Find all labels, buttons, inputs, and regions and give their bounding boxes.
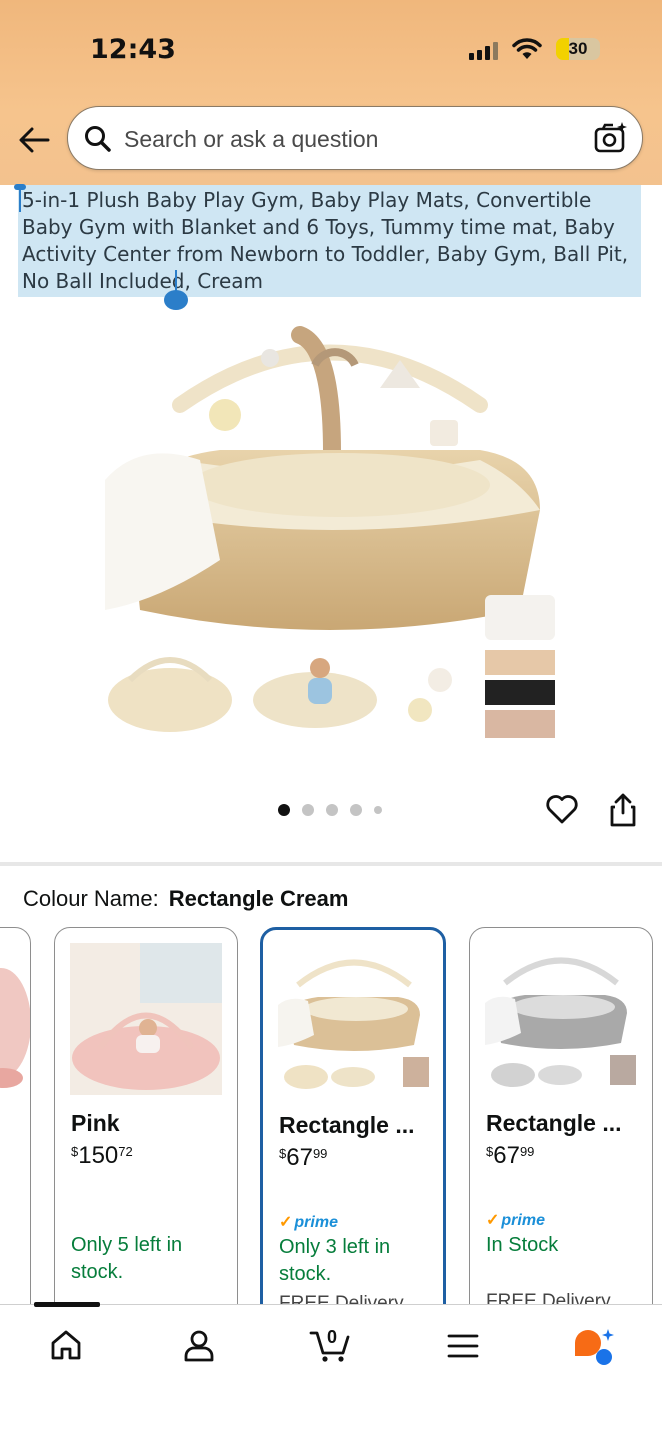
variant-image-pink (70, 943, 222, 1095)
cellular-signal-icon (469, 42, 498, 60)
cart-button[interactable]: 0 (309, 1321, 353, 1365)
rufus-assistant-icon[interactable] (572, 1327, 616, 1367)
variant-price: $15072 (71, 1142, 133, 1169)
pagination-dot[interactable] (350, 804, 362, 816)
pagination-dot[interactable] (326, 804, 338, 816)
wishlist-heart-icon[interactable] (545, 792, 579, 826)
section-divider (0, 862, 662, 866)
bottom-navigation: 0 (0, 1302, 662, 1440)
active-tab-indicator (34, 1302, 100, 1307)
wifi-icon (512, 38, 542, 59)
account-icon[interactable] (181, 1327, 217, 1363)
pagination-dot[interactable] (278, 804, 290, 816)
selection-start-handle[interactable] (14, 184, 26, 212)
prime-badge: ✓ prime (486, 1212, 545, 1229)
variant-card-partial[interactable] (0, 927, 31, 1327)
product-title[interactable]: 5-in-1 Plush Baby Play Gym, Baby Play Ma… (18, 185, 641, 297)
cart-count: 0 (327, 1327, 338, 1347)
variant-card-pink[interactable]: Pink $15072 Only 5 left in stock. (54, 927, 238, 1327)
variant-image (0, 968, 30, 1088)
pagination-dot[interactable] (302, 804, 314, 816)
product-image[interactable] (100, 310, 560, 750)
variant-stock: Only 3 left in stock. (279, 1236, 391, 1285)
battery-icon: 30 (556, 38, 600, 60)
share-icon[interactable] (606, 792, 640, 828)
prime-check-icon: ✓ (486, 1212, 500, 1229)
prime-badge: ✓ prime (279, 1214, 338, 1231)
variant-name: Pink (71, 1110, 120, 1136)
variant-stock: In Stock (486, 1234, 559, 1256)
colour-label: Colour Name: (23, 886, 159, 911)
colour-value: Rectangle Cream (168, 886, 349, 911)
search-icon (85, 126, 111, 152)
back-arrow-icon[interactable] (18, 124, 50, 156)
variant-price: $6799 (486, 1142, 535, 1169)
prime-check-icon: ✓ (279, 1214, 293, 1231)
status-time: 12:43 (90, 34, 176, 65)
camera-search-icon[interactable] (594, 121, 628, 155)
search-bar[interactable] (67, 106, 643, 170)
variant-image-rectangle-grey (485, 943, 637, 1095)
variant-card-rectangle-grey[interactable]: Rectangle ... $6799 ✓ prime In Stock FREE… (469, 927, 653, 1327)
variant-card-rectangle-cream[interactable]: Rectangle ... $6799 ✓ prime Only 3 left i… (260, 927, 446, 1327)
app-header: 12:43 30 (0, 0, 662, 185)
variant-stock: Only 5 left in stock. (71, 1234, 183, 1283)
home-icon[interactable] (48, 1327, 84, 1363)
variant-name: Rectangle ... (279, 1112, 415, 1138)
variant-price: $6799 (279, 1144, 328, 1171)
battery-level: 30 (568, 39, 588, 58)
variant-name: Rectangle ... (486, 1110, 622, 1136)
pagination-dot[interactable] (374, 806, 382, 814)
image-pagination-dots[interactable] (278, 804, 382, 816)
menu-icon[interactable] (446, 1331, 480, 1361)
variant-image-rectangle-cream (278, 945, 430, 1097)
search-input[interactable] (124, 121, 564, 157)
colour-name-row: Colour Name: Rectangle Cream (23, 886, 348, 912)
selection-end-handle[interactable] (164, 270, 188, 310)
